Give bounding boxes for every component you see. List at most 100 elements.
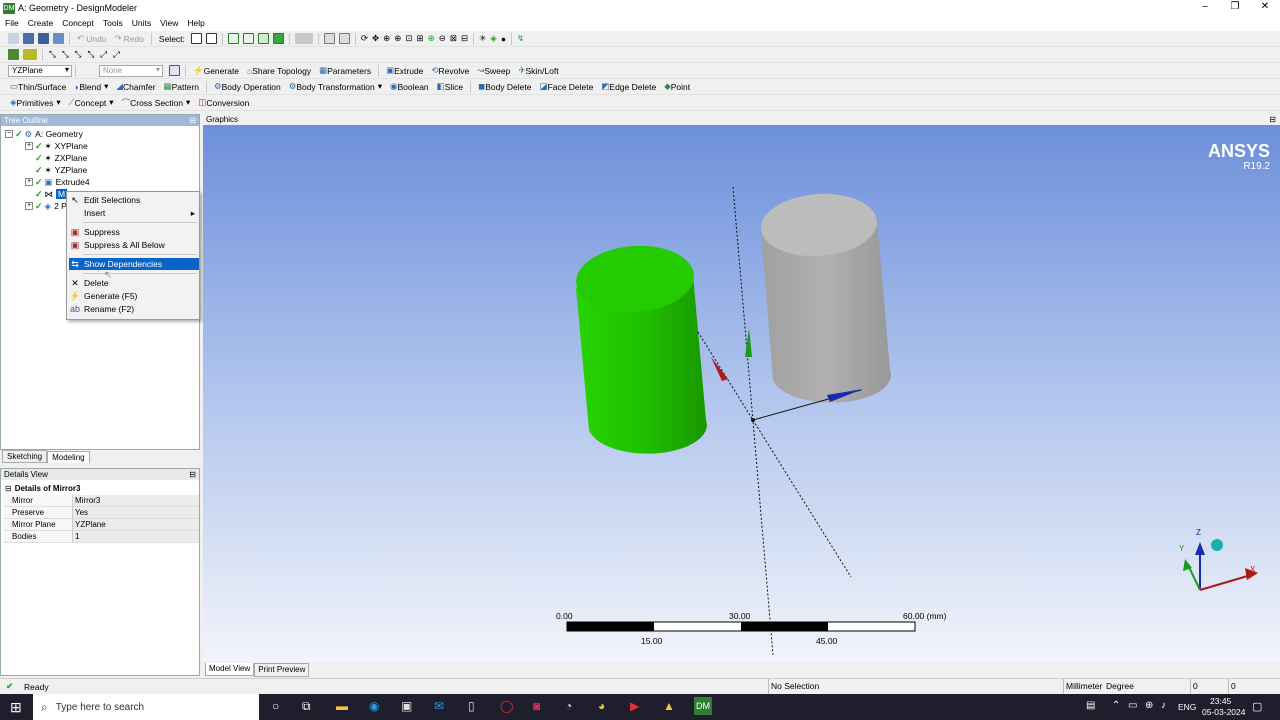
- zoom-fit-all-icon[interactable]: ⊕: [426, 31, 437, 46]
- generate-button[interactable]: ⚡ Generate: [189, 63, 243, 78]
- chevron-up-icon[interactable]: ⌃: [1112, 700, 1120, 711]
- opera-icon[interactable]: ◯: [500, 699, 513, 713]
- body-operation-button[interactable]: ⚙ Body Operation: [210, 79, 285, 94]
- display-point-icon[interactable]: ●: [499, 31, 508, 46]
- graphics-viewport[interactable]: ANSYS R19.2 0.00 30.00 60.00 (mm) 15.00 …: [203, 125, 1280, 662]
- zoom-box-icon[interactable]: ⊡: [403, 31, 414, 46]
- save-as-icon[interactable]: [38, 33, 49, 44]
- new-sketch-icon[interactable]: [169, 65, 180, 76]
- menu-item-suppress-all-below[interactable]: ▣ Suppress & All Below: [69, 239, 199, 251]
- zoom-icon[interactable]: ⊕: [381, 31, 392, 46]
- tab-modeling[interactable]: Modeling: [47, 450, 90, 463]
- notifications-icon[interactable]: ▢: [1252, 700, 1262, 713]
- menu-units[interactable]: Units: [127, 16, 155, 31]
- collapse-icon[interactable]: ⊟: [5, 484, 12, 493]
- media-icon[interactable]: ◔: [565, 699, 572, 713]
- close-button[interactable]: ✕: [1250, 0, 1280, 16]
- pin-icon[interactable]: ⊟: [1269, 114, 1276, 125]
- designmodeler-taskbar-icon[interactable]: DM: [694, 697, 712, 715]
- thin-surface-button[interactable]: ▭ Thin/Surface: [6, 79, 70, 94]
- rotate-icon[interactable]: ⟳: [359, 31, 370, 46]
- tree-item-xyplane[interactable]: + ✓ ✶ XYPlane: [25, 140, 88, 152]
- select-edge-icon[interactable]: [242, 33, 254, 44]
- boolean-button[interactable]: ◉ Boolean: [386, 79, 433, 94]
- status-units[interactable]: Millimeter: [1063, 679, 1102, 694]
- menu-item-edit-selections[interactable]: ↖ Edit Selections: [69, 194, 199, 206]
- tree-item-mirror3[interactable]: ✓ ⋈ M: [35, 188, 68, 200]
- store-icon[interactable]: ▣: [401, 699, 412, 713]
- select-body-icon[interactable]: [272, 33, 284, 44]
- select-line-icon[interactable]: ⤡: [59, 47, 72, 62]
- slice-button[interactable]: ◧ Slice: [433, 79, 467, 94]
- select-point-icon[interactable]: ⤡: [46, 47, 59, 62]
- share-topology-button[interactable]: ⌂ Share Topology: [243, 63, 315, 78]
- zoom-out-icon[interactable]: ⊖: [437, 31, 448, 46]
- task-view-icon[interactable]: ⧉: [302, 699, 311, 714]
- conversion-button[interactable]: ◫ Conversion: [194, 95, 253, 110]
- recorder-icon[interactable]: ◙: [533, 699, 540, 713]
- clock-time[interactable]: 23:45: [1210, 696, 1231, 706]
- language-indicator[interactable]: ENG: [1178, 702, 1196, 712]
- face-delete-button[interactable]: ◪ Face Delete: [536, 79, 598, 94]
- minimize-button[interactable]: –: [1190, 0, 1220, 16]
- select-mode-icon[interactable]: [190, 33, 202, 44]
- body-transformation-button[interactable]: ⚙ Body Transformation ▾: [285, 79, 386, 94]
- status-angle[interactable]: Degree: [1106, 679, 1134, 694]
- previous-view-icon[interactable]: ⊠: [448, 31, 459, 46]
- select-vertex-icon[interactable]: [227, 33, 239, 44]
- edge-delete-button[interactable]: ◩ Edge Delete: [597, 79, 660, 94]
- cortana-icon[interactable]: ○: [272, 699, 279, 713]
- undo-button[interactable]: ↶ Undo: [73, 31, 110, 46]
- taskbar-search[interactable]: ⌕ Type here to search: [33, 694, 259, 720]
- maximize-button[interactable]: ❐: [1220, 0, 1250, 16]
- iso-view-icon[interactable]: ✳: [477, 31, 488, 46]
- extrude-button[interactable]: ▣ Extrude: [382, 63, 427, 78]
- menu-item-show-dependencies[interactable]: ⇆ Show Dependencies: [69, 258, 199, 270]
- tree-root[interactable]: − ✓ ⚙ A: Geometry: [5, 128, 83, 140]
- chrome-icon[interactable]: ◕: [598, 699, 605, 713]
- pattern-button[interactable]: ▦ Pattern: [160, 79, 203, 94]
- windows-start-icon[interactable]: ⊞: [10, 699, 22, 716]
- menu-create[interactable]: Create: [23, 16, 58, 31]
- point-button[interactable]: ◆ Point: [660, 79, 694, 94]
- tree-item-zxplane[interactable]: ✓ ✶ ZXPlane: [35, 152, 87, 164]
- file-explorer-icon[interactable]: ▬: [336, 699, 348, 713]
- extend-selection-icon[interactable]: [294, 33, 313, 44]
- tree-item-yzplane[interactable]: ✓ ✶ YZPlane: [35, 164, 87, 176]
- tab-model-view[interactable]: Model View: [205, 663, 255, 676]
- pan-icon[interactable]: ✥: [370, 31, 381, 46]
- menu-file[interactable]: File: [0, 16, 23, 31]
- menu-help[interactable]: Help: [182, 16, 208, 31]
- new-icon[interactable]: [8, 33, 19, 44]
- blend-button[interactable]: ◗ Blend ▾: [70, 79, 112, 94]
- save-icon[interactable]: [23, 33, 34, 44]
- youtube-icon[interactable]: ▶: [630, 699, 639, 713]
- tab-print-preview[interactable]: Print Preview: [254, 662, 310, 677]
- export-icon[interactable]: [53, 33, 64, 44]
- select-type-icon[interactable]: [205, 33, 217, 44]
- volume-icon[interactable]: ♪: [1161, 700, 1166, 711]
- tab-sketching[interactable]: Sketching: [2, 450, 48, 463]
- skin-loft-button[interactable]: ✈ Skin/Loft: [514, 63, 562, 78]
- menu-item-delete[interactable]: ✕ Delete: [69, 277, 199, 289]
- zoom-in-icon[interactable]: ⊕: [392, 31, 403, 46]
- pin-icon[interactable]: ⊟: [189, 469, 196, 480]
- display-edges-icon[interactable]: [23, 49, 37, 60]
- redo-button[interactable]: ↷ Redo: [110, 31, 147, 46]
- body-delete-button[interactable]: ◼ Body Delete: [474, 79, 535, 94]
- zoom-fit-icon[interactable]: ⊞: [415, 31, 426, 46]
- concept-button[interactable]: ⟋ Concept ▾: [65, 95, 118, 110]
- clock-date[interactable]: 05-03-2024: [1202, 707, 1245, 717]
- display-mode-icon[interactable]: ◈: [488, 31, 499, 46]
- primitives-button[interactable]: ◈ Primitives ▾: [6, 95, 65, 110]
- next-view-icon[interactable]: ⊟: [459, 31, 470, 46]
- help-icon[interactable]: ↯: [515, 31, 526, 46]
- model-canvas[interactable]: [203, 125, 1280, 662]
- sketch-select[interactable]: None: [99, 64, 163, 77]
- ansys-workbench-icon[interactable]: ▲: [663, 699, 675, 713]
- select-curve-icon[interactable]: ⤡: [72, 47, 85, 62]
- battery-icon[interactable]: ▭: [1128, 700, 1137, 711]
- tree-item-parts[interactable]: + ✓ ◈ 2 P: [25, 200, 67, 212]
- graphics-options-icon[interactable]: [8, 49, 19, 60]
- network-icon[interactable]: ⊕: [1145, 700, 1153, 711]
